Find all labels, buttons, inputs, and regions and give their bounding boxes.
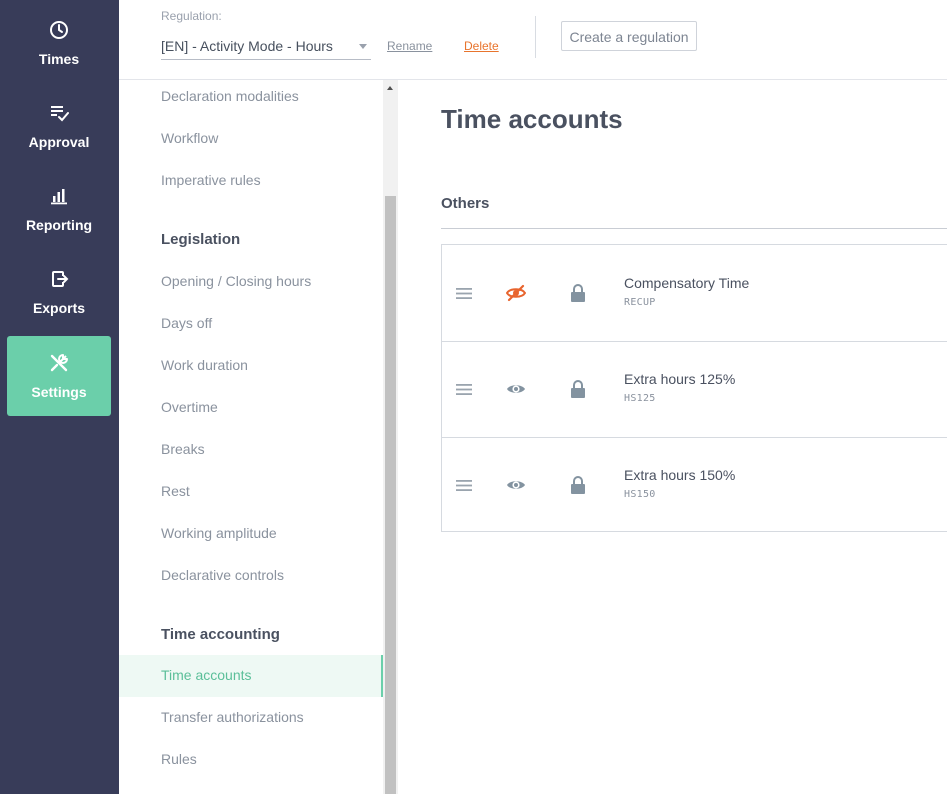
scrollbar-thumb[interactable] <box>385 196 396 794</box>
account-name: Extra hours 125% <box>624 371 736 387</box>
regulation-bar: Regulation: [EN] - Activity Mode - Hours… <box>119 0 947 80</box>
nav-label: Reporting <box>25 217 93 233</box>
rename-link[interactable]: Rename <box>387 39 432 53</box>
sidebar-item-label: Breaks <box>161 441 205 457</box>
divider <box>441 228 947 229</box>
bar-chart-icon <box>51 189 67 205</box>
time-accounts-list: Compensatory Time RECUP Extra hours 125%… <box>441 244 947 532</box>
sidebar-item-label: Work duration <box>161 357 248 373</box>
clock-icon <box>50 21 68 39</box>
nav-label: Times <box>38 51 80 67</box>
nav-item-exports[interactable]: Exports <box>7 249 111 329</box>
sidebar-item-label: Days off <box>161 315 213 331</box>
sidebar-item-opening-closing-hours[interactable]: Opening / Closing hours <box>119 261 381 303</box>
section-title: Others <box>441 195 490 212</box>
scroll-up-arrow-icon[interactable] <box>387 86 393 90</box>
sidebar-item-working-amplitude[interactable]: Working amplitude <box>119 513 381 555</box>
nav-item-reporting[interactable]: Reporting <box>7 166 111 246</box>
eye-off-icon[interactable] <box>506 283 526 303</box>
sidebar-item-work-duration[interactable]: Work duration <box>119 345 381 387</box>
eye-icon[interactable] <box>506 379 526 399</box>
regulation-select[interactable]: [EN] - Activity Mode - Hours <box>161 34 371 60</box>
nav-label: Approval <box>28 134 90 150</box>
tools-icon <box>50 354 68 372</box>
sidebar-item-label: Opening / Closing hours <box>161 273 312 289</box>
sidebar-item-label: Declarative controls <box>161 567 284 583</box>
sidebar-item-workflow[interactable]: Workflow <box>119 118 381 160</box>
sidebar-item-transfer-authorizations[interactable]: Transfer authorizations <box>119 697 381 739</box>
sidebar-item-label: Imperative rules <box>161 172 261 188</box>
sidebar-heading-time-accounting: Time accounting <box>161 626 280 643</box>
sidebar-item-label: Declaration modalities <box>161 88 299 104</box>
main-content: Time accounts Others Compensatory Time R… <box>398 80 947 794</box>
nav-label: Exports <box>32 300 86 316</box>
delete-link[interactable]: Delete <box>464 39 499 53</box>
sidebar-item-time-accounts[interactable]: Time accounts <box>119 655 383 697</box>
drag-handle-icon[interactable] <box>456 384 472 395</box>
account-code: RECUP <box>624 297 656 308</box>
page-title: Time accounts <box>441 104 623 134</box>
account-name: Compensatory Time <box>624 275 750 291</box>
sidebar-item-breaks[interactable]: Breaks <box>119 429 381 471</box>
sidebar-scrollbar[interactable] <box>383 80 398 794</box>
checklist-icon <box>51 106 69 122</box>
sidebar-item-label: Workflow <box>161 130 219 146</box>
nav-item-settings[interactable]: Settings <box>7 336 111 416</box>
drag-handle-icon[interactable] <box>456 480 472 491</box>
account-name: Extra hours 150% <box>624 467 736 483</box>
sidebar-item-label: Time accounts <box>161 667 252 683</box>
lock-icon <box>571 380 585 398</box>
sidebar-item-declarative-controls[interactable]: Declarative controls <box>119 555 381 597</box>
sidebar-item-days-off[interactable]: Days off <box>119 303 381 345</box>
sidebar-item-overtime[interactable]: Overtime <box>119 387 381 429</box>
chevron-down-icon <box>359 44 367 49</box>
sidebar-item-imperative-rules[interactable]: Imperative rules <box>119 160 381 202</box>
lock-icon <box>571 284 585 302</box>
list-item: Compensatory Time RECUP <box>442 245 947 341</box>
sidebar-item-label: Rest <box>161 483 190 499</box>
sidebar-item-label: Overtime <box>161 399 218 415</box>
export-file-icon <box>52 271 69 287</box>
list-item: Extra hours 125% HS125 <box>442 341 947 438</box>
account-code: HS150 <box>624 489 656 500</box>
lock-icon <box>571 476 585 494</box>
sidebar-item-declaration-modalities[interactable]: Declaration modalities <box>119 80 381 118</box>
drag-handle-icon[interactable] <box>456 288 472 299</box>
sidebar-item-rules[interactable]: Rules <box>119 739 381 781</box>
nav-item-approval[interactable]: Approval <box>7 83 111 163</box>
sidebar-item-label: Working amplitude <box>161 525 277 541</box>
sidebar-heading-legislation: Legislation <box>161 231 241 248</box>
eye-icon[interactable] <box>506 475 526 495</box>
regulation-label: Regulation: <box>161 9 222 23</box>
list-item: Extra hours 150% HS150 <box>442 437 947 534</box>
sidebar-item-rest[interactable]: Rest <box>119 471 381 513</box>
create-regulation-button[interactable]: Create a regulation <box>561 21 697 51</box>
main-nav: Times Approval Reporting Exports Setting… <box>0 0 119 794</box>
divider <box>535 16 536 58</box>
nav-item-times[interactable]: Times <box>7 0 111 80</box>
settings-sidebar: Declaration modalities Workflow Imperati… <box>119 80 383 794</box>
nav-label: Settings <box>31 384 87 400</box>
sidebar-item-label: Rules <box>161 751 197 767</box>
sidebar-item-label: Transfer authorizations <box>161 709 304 725</box>
regulation-selected-value: [EN] - Activity Mode - Hours <box>161 38 333 54</box>
account-code: HS125 <box>624 393 656 404</box>
